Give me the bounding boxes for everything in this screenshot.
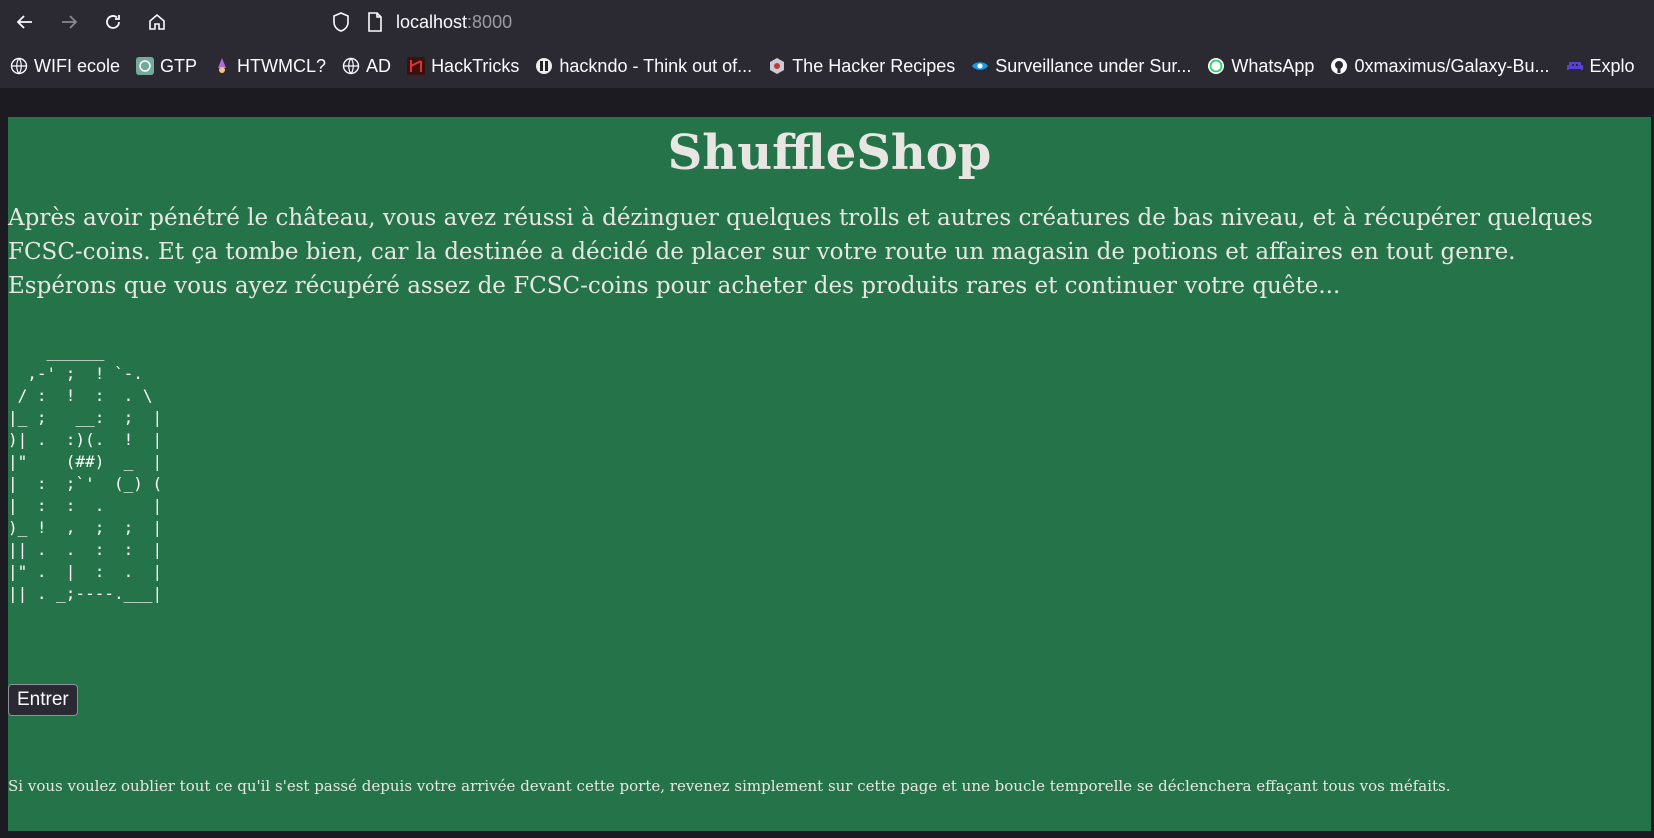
reload-button[interactable] [94, 5, 132, 39]
reload-icon [106, 15, 120, 29]
eye-icon [971, 57, 989, 75]
bookmark-hacker-recipes[interactable]: The Hacker Recipes [768, 56, 955, 77]
bookmarks-toolbar: WIFI ecole GTP HTWMCL? AD HackTricks hac… [0, 44, 1654, 89]
bookmark-label: Explo [1589, 55, 1635, 76]
globe-icon [10, 57, 28, 75]
reset-note: Si vous voulez oublier tout ce qu'il s'e… [8, 777, 1451, 795]
bookmark-label: GTP [160, 55, 198, 76]
bookmark-hacktricks[interactable]: HackTricks [407, 56, 519, 77]
bookmark-label: Surveillance under Sur... [995, 55, 1192, 76]
hacker-recipes-icon [768, 57, 786, 75]
page-viewport: ShuffleShop Après avoir pénétré le châte… [0, 89, 1654, 838]
invader-icon [1566, 57, 1584, 75]
forward-button[interactable] [50, 5, 88, 39]
forward-arrow-icon [62, 15, 78, 29]
bookmark-label: WIFI ecole [34, 55, 121, 76]
ascii-door-art: ______ ,-' ; ! `-. / : ! : . \ |_ ; __: … [8, 342, 163, 603]
github-icon [1330, 57, 1348, 75]
page-info-icon[interactable] [366, 12, 384, 32]
bookmark-label: The Hacker Recipes [792, 55, 956, 76]
page-content: ShuffleShop Après avoir pénétré le châte… [8, 117, 1651, 831]
bookmark-htwmcl[interactable]: HTWMCL? [213, 56, 326, 77]
hackndo-icon [535, 57, 553, 75]
bookmark-label: 0xmaximus/Galaxy-Bu... [1354, 55, 1550, 76]
bookmark-label: hackndo - Think out of... [559, 55, 753, 76]
bookmark-label: HTWMCL? [237, 55, 327, 76]
bookmark-label: WhatsApp [1231, 55, 1315, 76]
browser-toolbar: localhost:8000 [0, 0, 1654, 44]
whatsapp-icon [1207, 57, 1225, 75]
home-button[interactable] [138, 5, 176, 39]
openai-icon [136, 57, 155, 75]
hacktricks-icon [407, 57, 426, 75]
url-bar[interactable]: localhost:8000 [330, 7, 1230, 37]
back-arrow-icon [16, 15, 32, 29]
enter-button[interactable]: Entrer [8, 684, 78, 716]
wizard-icon [213, 57, 231, 75]
page-title: ShuffleShop [667, 125, 992, 181]
bookmark-whatsapp[interactable]: WhatsApp [1207, 56, 1314, 77]
bookmark-label: HackTricks [431, 55, 520, 76]
bookmark-hackndo[interactable]: hackndo - Think out of... [535, 56, 752, 77]
bookmark-wifi-ecole[interactable]: WIFI ecole [10, 56, 120, 77]
tracking-protection-shield-icon[interactable] [330, 11, 352, 33]
globe-icon [342, 57, 360, 75]
bookmark-label: AD [366, 55, 392, 76]
intro-paragraph: Après avoir pénétré le château, vous ave… [8, 205, 1593, 299]
url-port: :8000 [467, 11, 513, 32]
url-host: localhost [396, 11, 468, 32]
bookmark-gtp[interactable]: GTP [136, 56, 197, 77]
bookmark-surveillance[interactable]: Surveillance under Sur... [971, 56, 1191, 77]
bookmark-galaxy-bugbounty[interactable]: 0xmaximus/Galaxy-Bu... [1330, 55, 1550, 77]
home-icon [149, 13, 165, 30]
back-button[interactable] [6, 5, 44, 39]
bookmark-explo[interactable]: Explo [1566, 56, 1635, 77]
bookmark-ad[interactable]: AD [342, 56, 391, 77]
url-text[interactable]: localhost:8000 [396, 12, 512, 33]
